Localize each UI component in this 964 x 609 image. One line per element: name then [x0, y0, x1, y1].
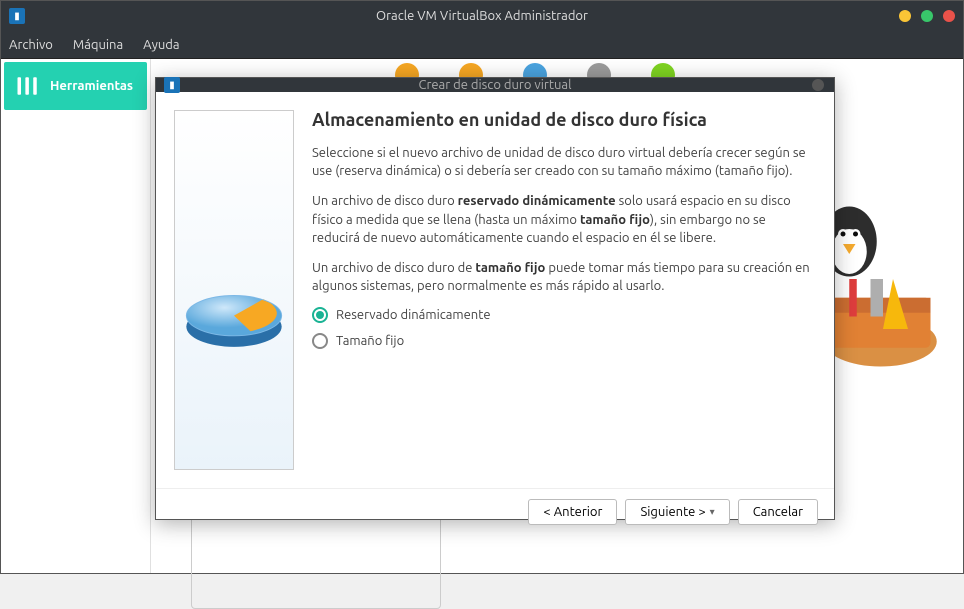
- dialog-heading: Almacenamiento en unidad de disco duro f…: [312, 110, 816, 130]
- dialog-inactive-close-icon: [812, 79, 824, 91]
- close-icon[interactable]: [943, 10, 955, 22]
- radio-icon: [312, 333, 328, 349]
- minimize-icon[interactable]: [899, 10, 911, 22]
- sidebar: Herramientas: [1, 59, 151, 573]
- main-titlebar: ▮ Oracle VM VirtualBox Administrador: [1, 1, 963, 31]
- menu-ayuda[interactable]: Ayuda: [143, 38, 179, 52]
- dialog-paragraph-1: Seleccione si el nuevo archivo de unidad…: [312, 144, 816, 180]
- radio-icon: [312, 307, 328, 323]
- dialog-paragraph-3: Un archivo de disco duro de tamaño fijo …: [312, 259, 816, 295]
- wizard-disk-illustration: [174, 110, 294, 470]
- radio-dynamic[interactable]: Reservado dinámicamente: [312, 307, 816, 323]
- sidebar-item-herramientas[interactable]: Herramientas: [4, 62, 147, 110]
- menu-archivo[interactable]: Archivo: [9, 38, 53, 52]
- chevron-down-icon: ▾: [710, 506, 715, 518]
- virtualbox-icon: ▮: [9, 8, 25, 24]
- radio-fixed[interactable]: Tamaño fijo: [312, 333, 816, 349]
- cancel-button[interactable]: Cancelar: [738, 499, 818, 525]
- create-virtual-disk-dialog: ▮ Crear de disco duro virtual Almacenami…: [155, 77, 835, 520]
- radio-label: Tamaño fijo: [336, 334, 404, 348]
- sidebar-item-label: Herramientas: [50, 79, 133, 93]
- radio-label: Reservado dinámicamente: [336, 308, 491, 322]
- dialog-titlebar: ▮ Crear de disco duro virtual: [156, 78, 834, 92]
- next-button[interactable]: Siguiente >▾: [625, 499, 729, 525]
- dialog-paragraph-2: Un archivo de disco duro reservado dinám…: [312, 192, 816, 247]
- menu-maquina[interactable]: Máquina: [73, 38, 123, 52]
- dialog-title: Crear de disco duro virtual: [419, 78, 572, 92]
- tools-icon: [14, 72, 42, 100]
- window-title: Oracle VM VirtualBox Administrador: [376, 9, 588, 23]
- virtualbox-icon: ▮: [164, 77, 180, 93]
- prev-button[interactable]: < Anterior: [528, 499, 617, 525]
- maximize-icon[interactable]: [921, 10, 933, 22]
- menubar: Archivo Máquina Ayuda: [1, 31, 963, 59]
